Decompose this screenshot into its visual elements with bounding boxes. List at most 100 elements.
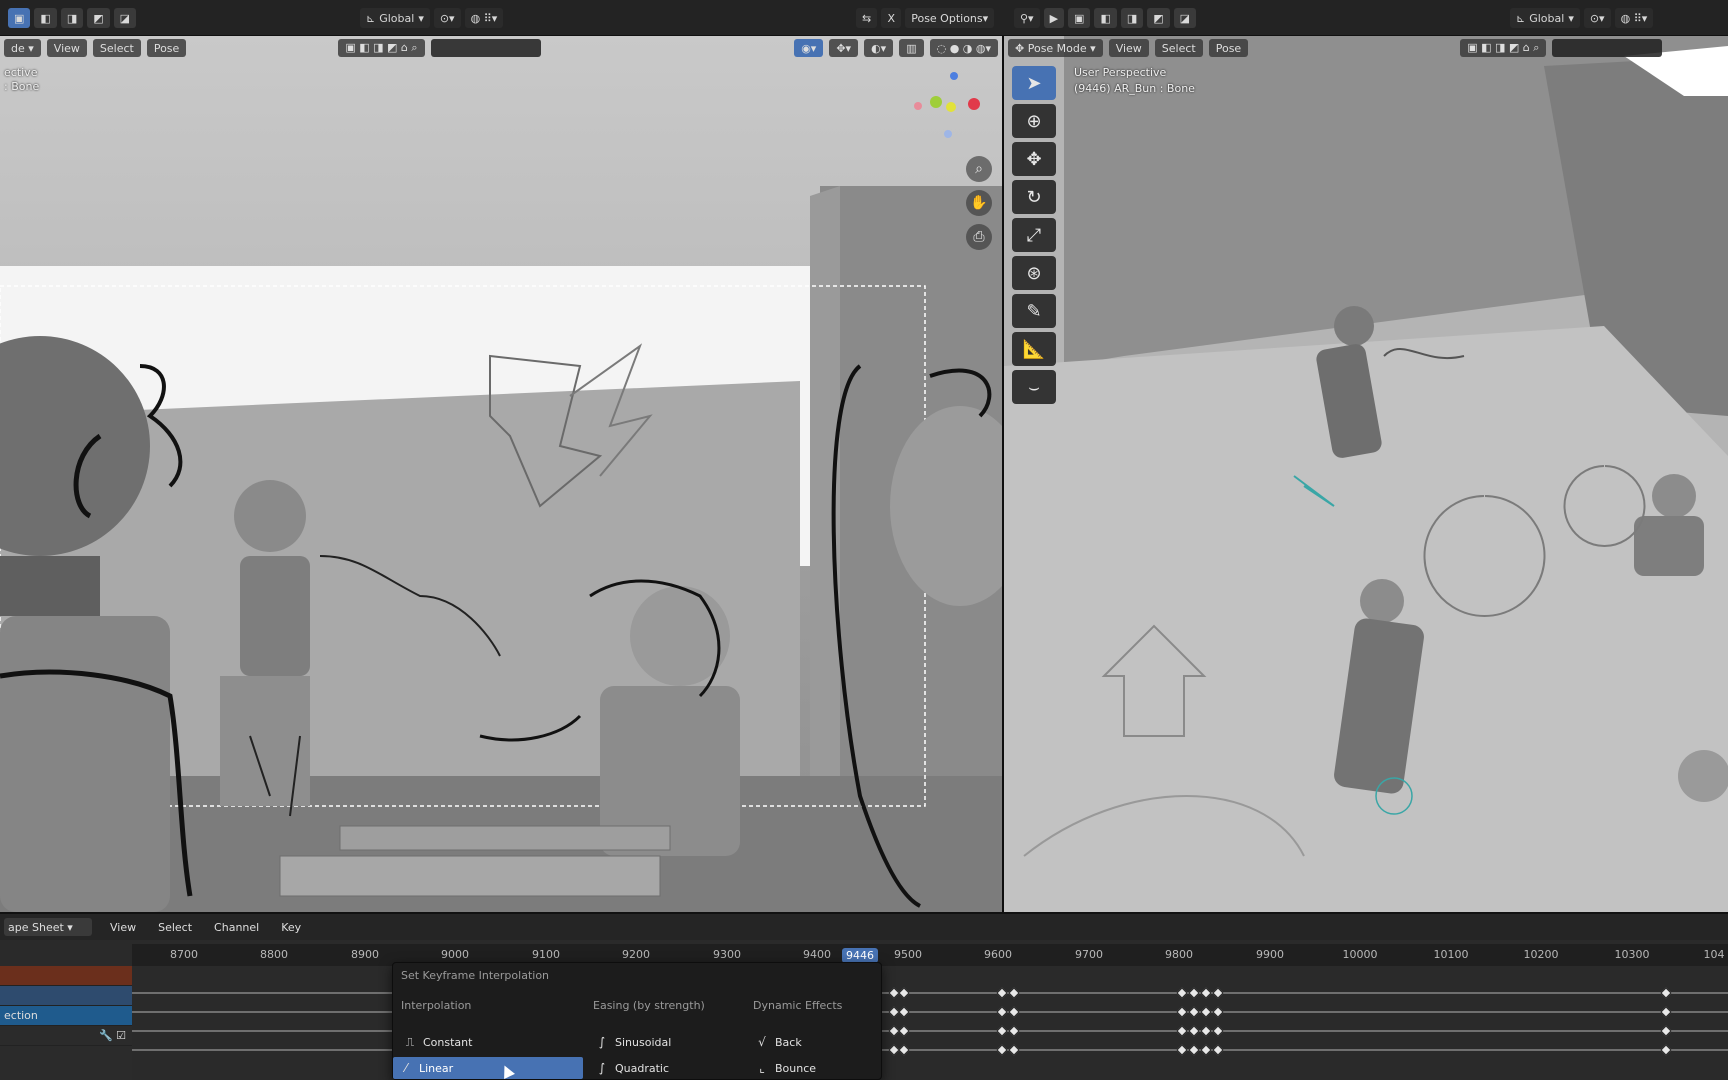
keyframe[interactable]	[1212, 1025, 1224, 1037]
right-tool-icons[interactable]: ▣ ◧ ◨ ◩ ⌂ ⌕	[1460, 39, 1547, 57]
keyframe[interactable]	[898, 987, 910, 999]
frame-ruler[interactable]: 8700 8800 8900 9000 9100 9200 9300 9400 …	[132, 944, 1728, 966]
select-tool-icon[interactable]: ➤	[1012, 66, 1056, 100]
gizmo-neg-x-axis[interactable]	[914, 102, 922, 110]
gizmo-x-axis[interactable]	[968, 98, 980, 110]
right-pose-menu[interactable]: Pose	[1208, 39, 1249, 57]
dope-channel-menu[interactable]: Channel	[210, 918, 263, 936]
select-box-icon-right[interactable]: ▣	[1068, 8, 1091, 28]
pose-options-dropdown[interactable]: Pose Options ▾	[905, 8, 995, 28]
keyframe[interactable]	[1176, 1006, 1188, 1018]
gizmo-neg-z-axis[interactable]	[944, 130, 952, 138]
dope-sheet-mode-dropdown[interactable]: ape Sheet ▾	[4, 918, 92, 936]
left-tool-icons[interactable]: ▣ ◧ ◨ ◩ ⌂ ⌕	[338, 39, 425, 57]
orientation-dropdown-left[interactable]: ⊾ Global ▾	[360, 8, 430, 28]
select-invert-icon-right[interactable]: ◩	[1147, 8, 1170, 28]
measure-tool-icon[interactable]: 📐	[1012, 332, 1056, 366]
gizmo-y-axis[interactable]	[930, 96, 942, 108]
select-box-icon[interactable]: ▣	[8, 8, 31, 28]
gizmo-toggle-icon[interactable]: ✥▾	[829, 39, 859, 57]
keyframe[interactable]	[1212, 1044, 1224, 1056]
select-extend-icon[interactable]: ◧	[34, 8, 57, 28]
left-select-menu[interactable]: Select	[92, 39, 141, 57]
pan-hand-icon[interactable]: ✋	[966, 190, 992, 216]
visibility-icon[interactable]: ◉▾	[794, 39, 824, 57]
keyframe[interactable]	[1008, 1044, 1020, 1056]
right-3d-viewport[interactable]: ✥ Pose Mode ▾ View Select Pose ▣ ◧ ◨ ◩ ⌂…	[1004, 36, 1728, 912]
left-view-menu[interactable]: View	[46, 39, 87, 57]
gizmo-z-axis[interactable]	[950, 72, 958, 80]
dope-key-menu[interactable]: Key	[277, 918, 305, 936]
left-mode-dropdown[interactable]: de ▾	[4, 39, 41, 57]
keyframe[interactable]	[898, 1006, 910, 1018]
mirror-icon[interactable]: ⇆	[856, 8, 878, 28]
camera-icon[interactable]: ⎙	[966, 224, 992, 250]
keyframe[interactable]	[1200, 987, 1212, 999]
bounce-option[interactable]: ⌞ Bounce	[749, 1057, 879, 1079]
right-view-menu[interactable]: View	[1108, 39, 1149, 57]
quadratic-option[interactable]: ∫ Quadratic	[589, 1057, 739, 1079]
right-mode-dropdown[interactable]: ✥ Pose Mode ▾	[1008, 39, 1103, 57]
orientation-dropdown-right[interactable]: ⊾ Global ▾	[1510, 8, 1580, 28]
select-invert-icon[interactable]: ◩	[87, 8, 110, 28]
keyframe[interactable]	[1660, 1025, 1672, 1037]
left-pose-menu[interactable]: Pose	[146, 39, 187, 57]
right-search-field[interactable]	[1552, 39, 1663, 57]
keyframe[interactable]	[1212, 987, 1224, 999]
keyframe[interactable]	[1200, 1006, 1212, 1018]
left-search-field[interactable]	[430, 39, 541, 57]
keyframe[interactable]	[996, 987, 1008, 999]
keyframe[interactable]	[1188, 1044, 1200, 1056]
keyframe[interactable]	[1188, 1006, 1200, 1018]
current-frame-indicator[interactable]: 9446	[842, 948, 878, 963]
keyframe[interactable]	[996, 1044, 1008, 1056]
left-3d-viewport[interactable]: de ▾ View Select Pose ▣ ◧ ◨ ◩ ⌂ ⌕ ◉▾ ✥▾ …	[0, 36, 1002, 912]
back-option[interactable]: √ Back	[749, 1031, 879, 1053]
channel-row[interactable]	[0, 966, 132, 986]
snap-dropdown[interactable]: ◍ ⠿▾	[464, 8, 504, 28]
keyframe[interactable]	[1188, 1025, 1200, 1037]
gizmo-center[interactable]	[946, 102, 956, 112]
annotate-tool-icon[interactable]: ✎	[1012, 294, 1056, 328]
select-subtract-icon-right[interactable]: ◨	[1120, 8, 1144, 28]
pivot-dropdown-right[interactable]: ⊙▾	[1583, 8, 1611, 28]
xray-toggle-icon[interactable]: ▥	[899, 39, 924, 57]
linear-option[interactable]: ⁄ Linear	[393, 1057, 583, 1079]
keyframe[interactable]	[1188, 987, 1200, 999]
scale-tool-icon[interactable]: ⤢	[1012, 218, 1056, 252]
keyframe[interactable]	[996, 1006, 1008, 1018]
constant-option[interactable]: ⎍ Constant	[397, 1031, 577, 1053]
keyframe[interactable]	[1212, 1006, 1224, 1018]
dope-select-menu[interactable]: Select	[154, 918, 196, 936]
select-extend-icon-right[interactable]: ◧	[1094, 8, 1117, 28]
keyframe-area[interactable]	[132, 966, 1728, 1080]
sinusoidal-option[interactable]: ∫ Sinusoidal	[589, 1031, 739, 1053]
keyframe[interactable]	[1660, 1044, 1672, 1056]
keyframe[interactable]	[1200, 1044, 1212, 1056]
keyframe[interactable]	[1008, 987, 1020, 999]
select-subtract-icon[interactable]: ◨	[60, 8, 84, 28]
keyframe[interactable]	[1200, 1025, 1212, 1037]
cursor-tool-icon[interactable]: ⊕	[1012, 104, 1056, 138]
overlay-toggle-icon[interactable]: ◐▾	[864, 39, 894, 57]
snap-dropdown-right[interactable]: ◍ ⠿▾	[1614, 8, 1654, 28]
move-tool-icon[interactable]: ✥	[1012, 142, 1056, 176]
pivot-dropdown[interactable]: ⊙▾	[433, 8, 461, 28]
editor-type-icon[interactable]: ⚲▾	[1014, 8, 1040, 28]
rotate-tool-icon[interactable]: ↻	[1012, 180, 1056, 214]
navigation-gizmo[interactable]	[900, 72, 990, 152]
keyframe[interactable]	[996, 1025, 1008, 1037]
right-select-menu[interactable]: Select	[1154, 39, 1203, 57]
channel-row[interactable]: ection	[0, 1006, 132, 1026]
keyframe[interactable]	[1176, 1044, 1188, 1056]
shading-modes-icon[interactable]: ◌ ● ◑ ◍▾	[929, 39, 998, 57]
keyframe[interactable]	[898, 1044, 910, 1056]
keyframe[interactable]	[1660, 987, 1672, 999]
keyframe[interactable]	[1660, 1006, 1672, 1018]
x-mirror-button[interactable]: X	[881, 8, 902, 28]
wrench-icon[interactable]: 🔧 ☑	[99, 1029, 132, 1042]
select-intersect-icon-right[interactable]: ◪	[1173, 8, 1197, 28]
keyframe[interactable]	[1176, 987, 1188, 999]
channel-row[interactable]	[0, 986, 132, 1006]
keyframe[interactable]	[1176, 1025, 1188, 1037]
